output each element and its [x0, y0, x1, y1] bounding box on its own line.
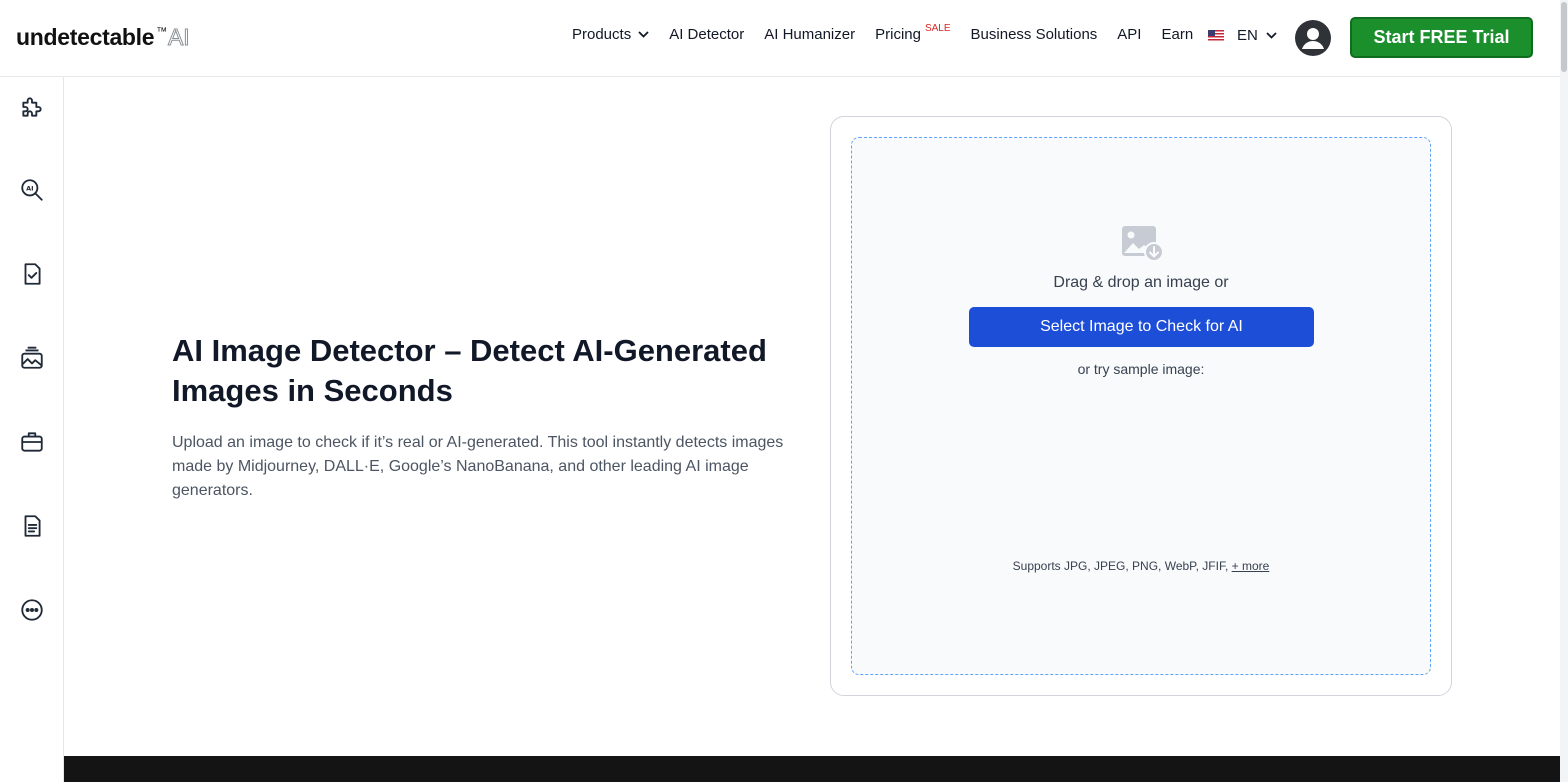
chevron-down-icon	[1266, 32, 1277, 39]
nav-api[interactable]: API	[1117, 26, 1141, 43]
nav-pricing-label: Pricing	[875, 26, 921, 43]
nav-products-label: Products	[572, 26, 632, 43]
sample-image-text: or try sample image:	[1077, 361, 1205, 377]
chevron-down-icon	[638, 31, 649, 38]
nav-ai-detector[interactable]: AI Detector	[669, 26, 744, 43]
logo-brand: undetectable	[16, 24, 155, 50]
document-text-icon[interactable]	[19, 513, 45, 539]
nav-pricing[interactable]: Pricing SALE	[875, 23, 951, 43]
page-scrollbar[interactable]	[1560, 0, 1568, 782]
more-formats-link[interactable]: + more	[1232, 559, 1270, 573]
image-upload-icon	[1122, 226, 1164, 262]
svg-text:AI: AI	[26, 185, 33, 193]
start-free-trial-button[interactable]: Start FREE Trial	[1350, 17, 1533, 58]
puzzle-icon[interactable]	[19, 94, 45, 120]
supported-formats-text: Supports JPG, JPEG, PNG, WebP, JFIF,	[1012, 559, 1229, 573]
page-title: AI Image Detector – Detect AI-Generated …	[172, 333, 767, 408]
logo-ai-suffix: AI	[167, 24, 190, 51]
nav-ai-humanizer[interactable]: AI Humanizer	[764, 26, 855, 43]
footer-band	[64, 756, 1560, 782]
nav-business-solutions[interactable]: Business Solutions	[971, 26, 1098, 43]
select-image-button[interactable]: Select Image to Check for AI	[969, 307, 1314, 347]
upload-card: Drag & drop an image or Select Image to …	[830, 116, 1452, 696]
ai-search-icon[interactable]: AI	[19, 177, 45, 203]
top-header: undetectable ™ AI Products AI Detector A…	[0, 0, 1568, 77]
document-check-icon[interactable]	[19, 261, 45, 287]
image-dropzone[interactable]: Drag & drop an image or Select Image to …	[851, 137, 1431, 675]
logo-trademark: ™	[156, 26, 167, 38]
language-selector[interactable]: EN	[1208, 27, 1277, 44]
logo[interactable]: undetectable ™ AI	[16, 24, 190, 51]
more-icon[interactable]	[19, 597, 45, 623]
user-avatar-icon[interactable]	[1295, 20, 1331, 56]
sale-badge: SALE	[924, 23, 951, 34]
scrollbar-thumb[interactable]	[1561, 2, 1567, 72]
nav-products[interactable]: Products	[572, 26, 649, 43]
sidebar: AI	[0, 77, 64, 782]
briefcase-icon[interactable]	[19, 429, 45, 455]
nav-earn[interactable]: Earn	[1161, 26, 1193, 43]
image-stack-icon[interactable]	[19, 345, 45, 371]
page-description: Upload an image to check if it’s real or…	[172, 434, 784, 499]
language-code: EN	[1237, 27, 1258, 44]
drag-drop-text: Drag & drop an image or	[1053, 274, 1229, 291]
us-flag-icon	[1208, 30, 1224, 41]
supported-formats: Supports JPG, JPEG, PNG, WebP, JFIF, + m…	[852, 559, 1430, 573]
main-nav: Products AI Detector AI Humanizer Pricin…	[572, 23, 1213, 43]
